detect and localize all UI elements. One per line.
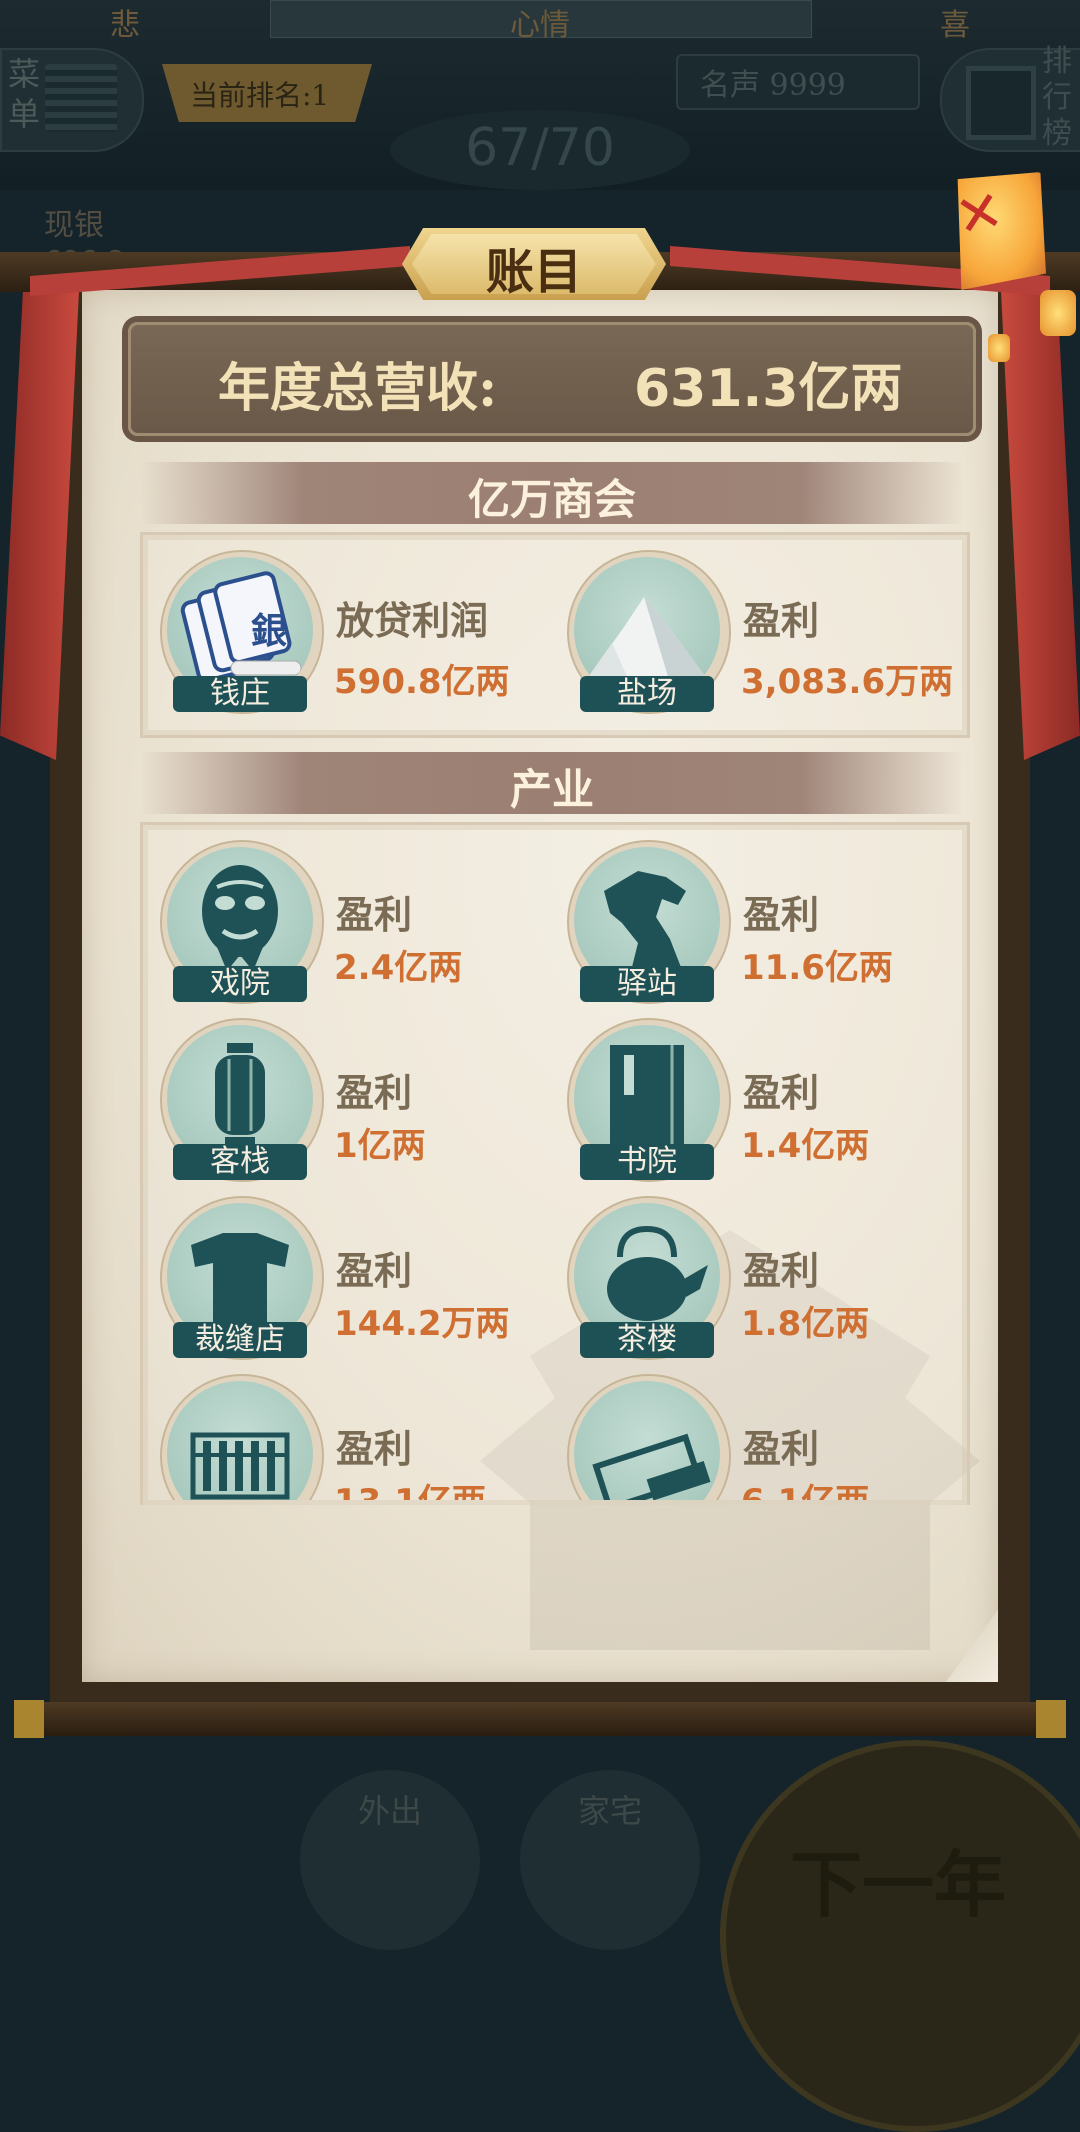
business-metric-value: 1.4亿两 [741,1126,870,1166]
business-metric-label: 盈利 [743,1070,820,1115]
section-title-industry: 产业 [509,765,594,814]
section-title-chamber: 亿万商会 [467,475,636,524]
silver-label: 现银 [44,208,104,243]
turn-counter: 67/70 [465,118,615,178]
business-metric-label: 盈利 [336,892,413,937]
business-card-abacus[interactable]: 盈利 13.1亿两 [160,1374,540,1500]
business-name-label: 书院 [580,1144,714,1180]
industry-scroll-list[interactable]: 戏院 盈利 2.4亿两 驿站 盈利 11.6亿两 客栈 盈利 1亿两 书院 盈利… [130,830,980,1500]
business-card-qianzhuang[interactable]: 銀 钱庄 放贷利润 590.8亿两 [160,550,540,720]
ranking-label: 排行榜 [1042,44,1072,151]
business-metric-label: 盈利 [336,1070,413,1115]
small-lantern-icon [1040,290,1076,336]
go-out-label: 外出 [358,1792,423,1830]
business-metric-value: 144.2万两 [334,1304,510,1344]
business-name-label: 盐场 [580,676,714,712]
home-label: 家宅 [578,1792,643,1830]
business-name-label: 驿站 [580,966,714,1002]
business-metric-label: 盈利 [743,892,820,937]
business-card-chalou[interactable]: 茶楼 盈利 1.8亿两 [567,1196,967,1366]
business-metric-value: 2.4亿两 [334,948,463,988]
business-metric-label: 盈利 [336,1248,413,1293]
rod-cap-right [1036,1700,1066,1738]
business-card-yizhan[interactable]: 驿站 盈利 11.6亿两 [567,840,967,1010]
mood-happy-label: 喜 [940,8,970,43]
business-metric-value: 1.8亿两 [741,1304,870,1344]
business-metric-value: 11.6亿两 [741,948,893,988]
business-card-yanchang[interactable]: 盐场 盈利 3,083.6万两 [567,550,967,720]
next-year-label: 下一年 [790,1842,1007,1927]
business-metric-value: 3,083.6万两 [741,662,954,702]
business-metric-label: 盈利 [743,598,820,643]
business-card-caifengdian[interactable]: 裁缝店 盈利 144.2万两 [160,1196,540,1366]
current-rank-label: 当前排名:1 [190,79,330,112]
business-metric-value: 13.1亿两 [334,1474,486,1500]
fame-label: 名声 9999 [700,68,846,103]
menu-icon [45,64,117,132]
mood-label: 心情 [510,8,570,43]
business-metric-label: 放贷利润 [336,598,489,643]
annual-revenue-value: 631.3亿两 [634,359,903,419]
business-name-label: 钱庄 [173,676,307,712]
small-lantern-icon [988,334,1010,362]
business-name-label: 裁缝店 [173,1322,307,1358]
scroll-rod-bottom [14,1702,1066,1736]
business-metric-value: 590.8亿两 [334,662,510,702]
business-card-kezhan[interactable]: 客栈 盈利 1亿两 [160,1018,540,1188]
business-metric-value: 6.1亿两 [741,1474,869,1500]
mood-sad-label: 悲 [110,8,140,43]
business-name-label: 茶楼 [580,1322,714,1358]
menu-label: 菜单 [8,55,41,133]
rod-cap-left [14,1700,44,1738]
business-card-xiyuan[interactable]: 戏院 盈利 2.4亿两 [160,840,540,1010]
svg-text:銀: 銀 [251,610,287,652]
business-card-toolbox[interactable]: 盈利 6.1亿两 [567,1374,967,1500]
annual-revenue-label: 年度总营收: [218,358,498,419]
ranking-icon [966,66,1036,140]
business-name-label: 客栈 [173,1144,307,1180]
business-metric-label: 盈利 [336,1426,413,1471]
business-metric-value: 1亿两 [334,1126,426,1166]
business-metric-label: 盈利 [743,1426,820,1471]
business-metric-label: 盈利 [743,1248,820,1293]
business-card-shuyuan[interactable]: 书院 盈利 1.4亿两 [567,1018,967,1188]
panel-title: 账目 [485,244,582,300]
business-name-label: 戏院 [173,966,307,1002]
